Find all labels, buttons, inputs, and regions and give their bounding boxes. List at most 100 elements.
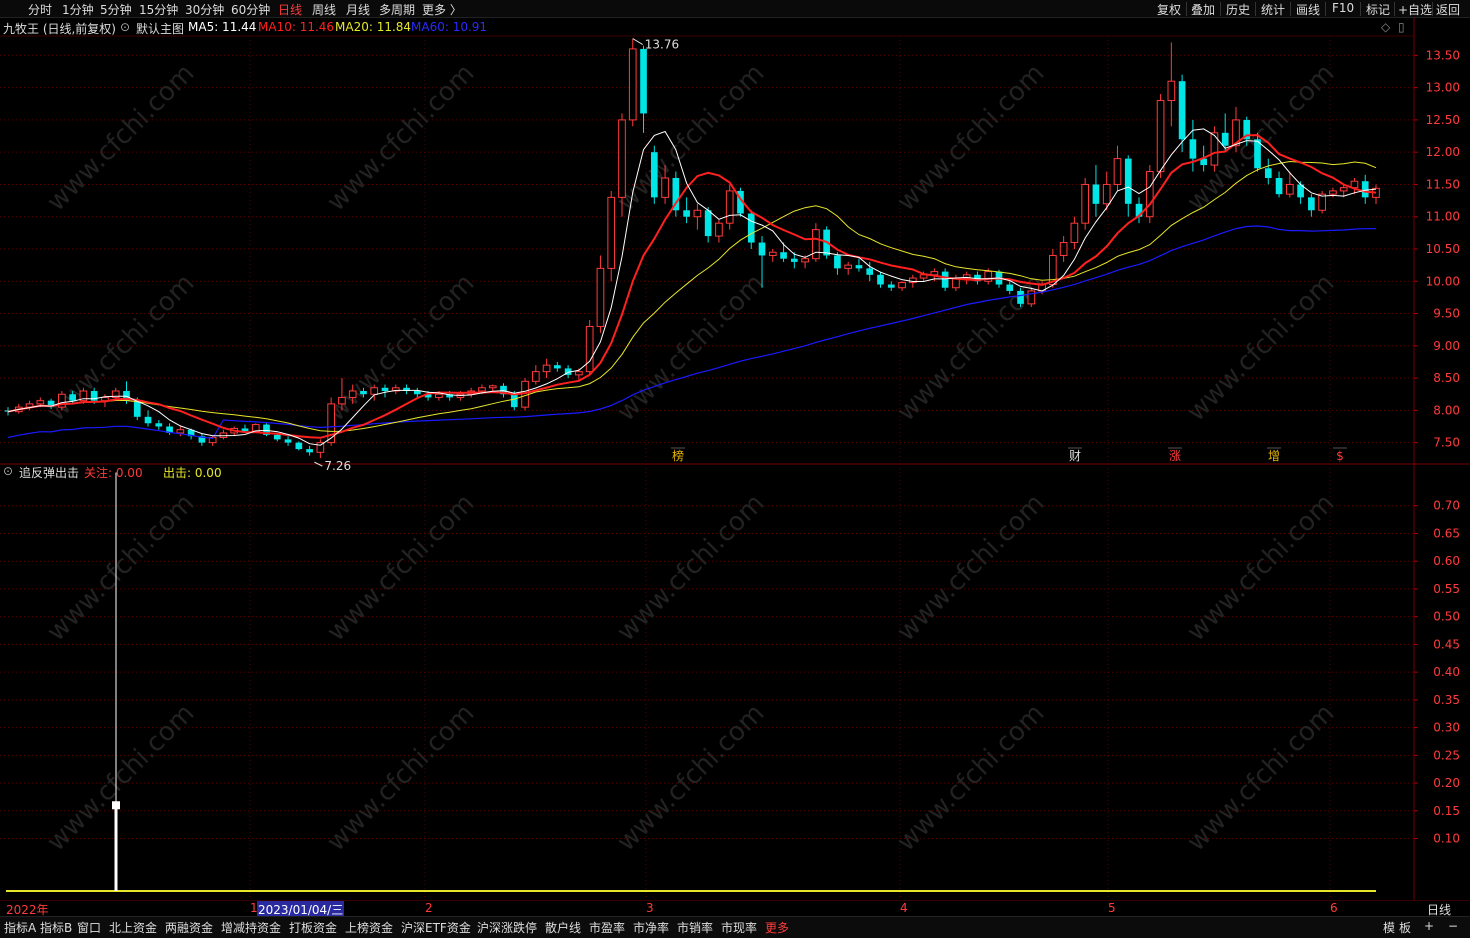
candle-body-down [360, 391, 367, 395]
price-tick-label: 13.50 [1426, 48, 1460, 62]
watermark-text: www.cfchi.com [891, 488, 1050, 647]
candle-body-down [758, 242, 766, 256]
candle-body-down [834, 255, 841, 269]
price-tick-label: 8.50 [1433, 371, 1460, 385]
candle-body-up [812, 229, 820, 260]
tab-ps[interactable]: 市销率 [677, 919, 713, 936]
candle-body-up [1070, 222, 1079, 244]
date-label-mar: 3 [646, 901, 654, 915]
indicator-tick-label: 0.30 [1433, 721, 1460, 735]
candle-body-up [1059, 242, 1068, 256]
tab-indicator-a[interactable]: 指标A [4, 919, 36, 936]
ma10-line [7, 134, 1377, 439]
candle-body-down [306, 449, 313, 453]
tab-limit-updown[interactable]: 沪深涨跌停 [477, 919, 537, 936]
watermark-text: www.cfchi.com [1181, 268, 1340, 427]
tab-list-funds[interactable]: 上榜资金 [345, 919, 393, 936]
indicator-tick-label: 0.70 [1433, 499, 1460, 513]
candle-body-up [36, 400, 45, 405]
tab-indicator-b[interactable]: 指标B [40, 919, 72, 936]
candle-body-down [273, 434, 281, 440]
template-button[interactable]: 模 [1383, 919, 1395, 936]
high-price-label: 13.76 [645, 38, 679, 52]
indicator-tick-label: 0.55 [1433, 582, 1460, 596]
candle-body-down [69, 394, 76, 401]
watermark-text: www.cfchi.com [611, 488, 770, 647]
candle-body-up [607, 196, 616, 269]
candle-body-down [1275, 178, 1283, 195]
tab-pe[interactable]: 市盈率 [589, 919, 625, 936]
tab-pcf[interactable]: 市现率 [721, 919, 757, 936]
candle-body-up [1285, 183, 1294, 195]
tab-window[interactable]: 窗口 [77, 919, 101, 936]
price-tick-label: 13.00 [1426, 81, 1460, 95]
price-tick-label: 12.50 [1426, 113, 1460, 127]
tab-limit-funds[interactable]: 打板资金 [289, 919, 337, 936]
tab-northbound[interactable]: 北上资金 [109, 919, 157, 936]
candle-body-down [887, 284, 895, 288]
indicator-spike-marker [112, 801, 120, 810]
ma20-line [7, 160, 1377, 432]
indicator-tick-label: 0.40 [1433, 665, 1460, 679]
board-button[interactable]: 板 [1399, 919, 1411, 936]
indicator-tick-label: 0.50 [1433, 610, 1460, 624]
price-tick-label: 8.00 [1433, 403, 1460, 417]
watermark-layer: www.cfchi.com www.cfchi.com www.cfchi.com w… [41, 58, 1340, 857]
indicator-tick-label: 0.20 [1433, 776, 1460, 790]
candle-body-down [554, 365, 561, 369]
price-tick-label: 11.50 [1426, 177, 1460, 191]
tab-margin[interactable]: 两融资金 [165, 919, 213, 936]
date-label-feb: 2 [425, 901, 433, 915]
candle-body-down [855, 265, 863, 269]
low-price-label: 7.26 [324, 459, 351, 473]
indicator-tick-label: 0.15 [1433, 804, 1460, 818]
candle-body-up [251, 424, 260, 432]
candle-body-up [542, 364, 551, 373]
tab-retail-line[interactable]: 散户线 [545, 919, 581, 936]
candle-body-down [650, 152, 658, 198]
watermark-text: www.cfchi.com [321, 58, 480, 217]
tab-pb[interactable]: 市净率 [633, 919, 669, 936]
ma5-line [7, 128, 1377, 446]
indicator-tick-label: 0.45 [1433, 637, 1460, 651]
kline-chart[interactable]: 13.50 13.00 12.50 12.00 11.50 11.00 10.50 10.00… [0, 0, 1470, 900]
candle-body-down [941, 271, 949, 288]
candle-body-down [790, 258, 798, 262]
candle-body-up [531, 371, 540, 382]
zoom-out-button[interactable]: − [1448, 919, 1458, 933]
candle-body-down [1017, 290, 1024, 304]
candle-body-down [1006, 284, 1014, 291]
date-label-may: 5 [1108, 901, 1116, 915]
event-marker: 增 [1268, 449, 1280, 463]
candle-body-up [488, 385, 497, 389]
candle-body-up [628, 48, 637, 121]
date-label-jun: 6 [1330, 901, 1338, 915]
candle-body-down [1178, 81, 1186, 140]
price-tick-label: 9.00 [1433, 339, 1460, 353]
price-tick-label: 12.00 [1426, 145, 1460, 159]
watermark-text: www.cfchi.com [41, 58, 200, 217]
watermark-text: www.cfchi.com [41, 488, 200, 647]
candle-body-down [1308, 197, 1315, 211]
tab-holding-change[interactable]: 增减持资金 [221, 919, 281, 936]
tab-more[interactable]: 更多 [765, 919, 789, 936]
indicator-tick-label: 0.65 [1433, 526, 1460, 540]
candle-body-up [725, 190, 734, 224]
candle-body-up [768, 251, 777, 256]
zoom-in-button[interactable]: + [1424, 919, 1434, 933]
candle-body-up [1339, 187, 1348, 192]
tab-etf-funds[interactable]: 沪深ETF资金 [401, 919, 471, 936]
candle-body-up [327, 403, 335, 444]
candle-body-up [1113, 158, 1122, 185]
price-tick-label: 9.50 [1433, 307, 1460, 321]
candle-body-up [1329, 190, 1337, 195]
candle-body-down [510, 394, 518, 408]
candle-body-up [348, 390, 357, 398]
candle-body-up [478, 387, 486, 392]
candle-body-up [575, 371, 583, 376]
candle-body-down [1221, 132, 1229, 146]
candle-body-down [780, 252, 787, 259]
price-tick-label: 7.50 [1433, 436, 1460, 450]
candle-body-up [596, 267, 605, 327]
watermark-text: www.cfchi.com [611, 698, 770, 857]
